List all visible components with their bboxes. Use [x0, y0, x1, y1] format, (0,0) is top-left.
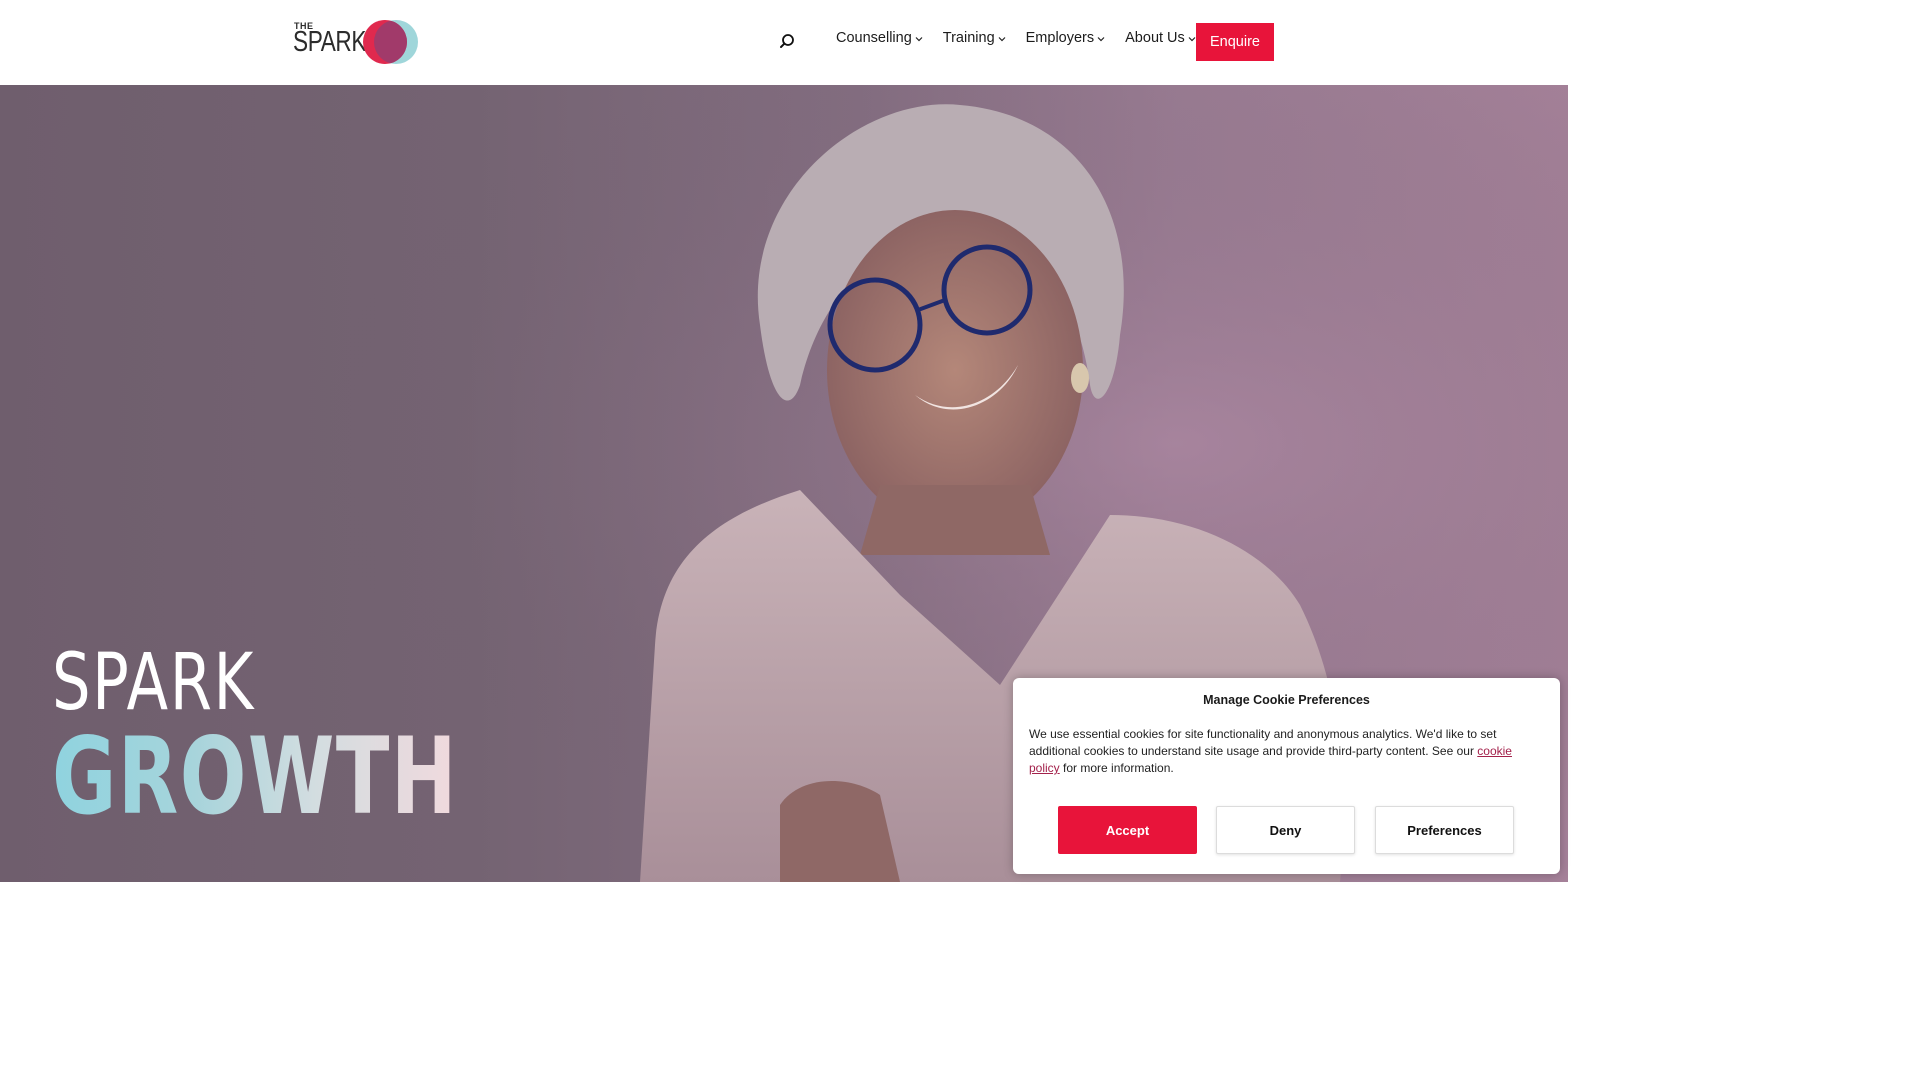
cookie-dialog-text: We use essential cookies for site functi…	[1029, 726, 1544, 777]
accept-button[interactable]: Accept	[1058, 806, 1197, 854]
cookie-dialog: Manage Cookie Preferences We use essenti…	[1013, 678, 1560, 874]
main-nav: Counselling Training Employers About Us	[836, 30, 1196, 46]
chevron-down-icon	[1188, 37, 1196, 42]
nav-item-counselling[interactable]: Counselling	[836, 30, 923, 46]
hero-title-line2: GROWTH	[52, 715, 459, 838]
chevron-down-icon	[1097, 37, 1105, 42]
cookie-dialog-title: Manage Cookie Preferences	[1203, 693, 1370, 707]
chevron-down-icon	[998, 37, 1006, 42]
preferences-button[interactable]: Preferences	[1375, 806, 1514, 854]
cookie-text-start: We use essential cookies for site functi…	[1029, 727, 1497, 758]
logo-circles-icon	[363, 20, 418, 64]
search-icon	[780, 34, 794, 48]
nav-item-training[interactable]: Training	[943, 30, 1006, 46]
hero-title: SPARK GROWTH	[52, 638, 601, 838]
site-header: THE SPARK Counselling Training Employers	[0, 0, 1568, 85]
cookie-text-end: for more information.	[1059, 761, 1174, 775]
nav-label: Training	[942, 30, 995, 46]
enquire-button[interactable]: Enquire	[1196, 23, 1274, 61]
chevron-down-icon	[915, 37, 923, 42]
hero-title-line1: SPARK	[52, 638, 256, 728]
nav-label: Counselling	[836, 30, 912, 46]
deny-button[interactable]: Deny	[1216, 806, 1355, 854]
nav-item-about-us[interactable]: About Us	[1125, 30, 1196, 46]
logo[interactable]: THE SPARK	[293, 18, 423, 66]
nav-label: About Us	[1125, 30, 1185, 46]
nav-item-employers[interactable]: Employers	[1026, 30, 1106, 46]
search-button[interactable]	[776, 32, 798, 52]
logo-word-text: SPARK	[293, 26, 367, 58]
nav-label: Employers	[1025, 30, 1095, 46]
